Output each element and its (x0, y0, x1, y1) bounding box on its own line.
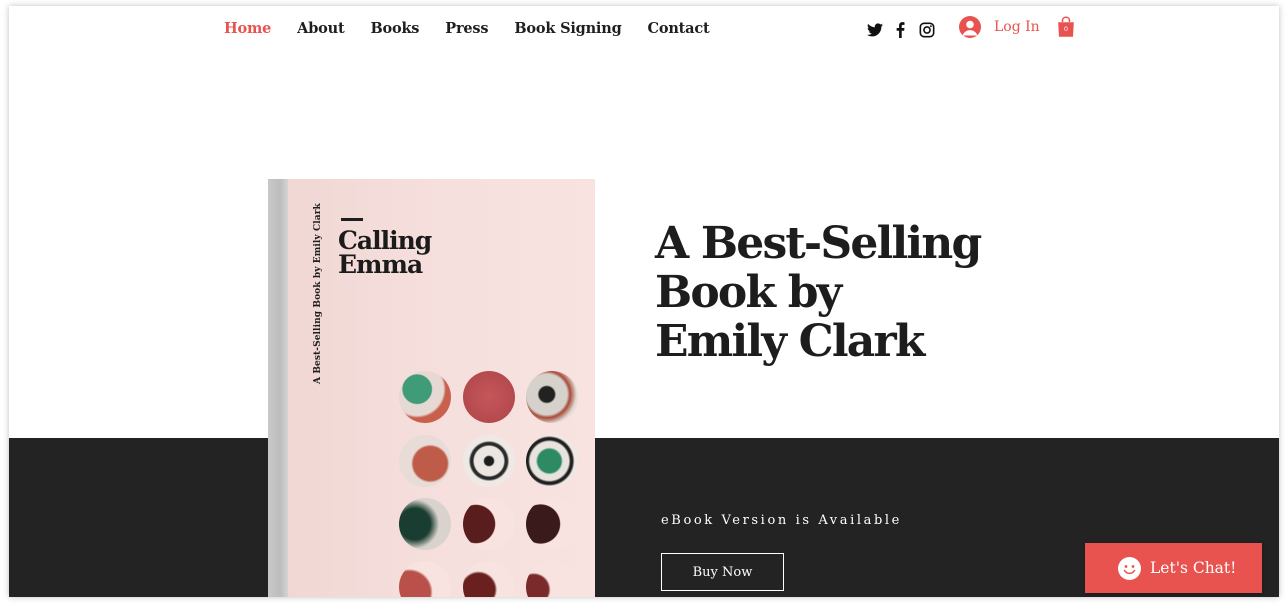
nav-book-signing[interactable]: Book Signing (514, 20, 621, 37)
book-cover-image: A Best-Selling Book by Emily Clark Calli… (268, 179, 595, 597)
main-nav: Home About Books Press Book Signing Cont… (224, 20, 736, 37)
nav-press[interactable]: Press (445, 20, 488, 37)
page-frame: Home About Books Press Book Signing Cont… (9, 6, 1279, 597)
hero-line-2: Book by (655, 267, 842, 318)
hero-line-3: Emily Clark (655, 316, 925, 367)
cover-circle (399, 561, 451, 597)
instagram-icon[interactable] (918, 21, 935, 38)
cover-circle (463, 561, 515, 597)
login-button[interactable]: Log In (959, 16, 1040, 38)
book-cover: A Best-Selling Book by Emily Clark Calli… (288, 179, 595, 597)
user-avatar-icon (959, 16, 981, 38)
cart-count: 0 (1063, 25, 1069, 33)
nav-about[interactable]: About (297, 20, 345, 37)
login-label: Log In (994, 19, 1040, 35)
cover-circle (526, 435, 578, 487)
buy-now-button[interactable]: Buy Now (661, 553, 784, 591)
hero-heading: A Best-Selling Book by Emily Clark (655, 219, 1035, 366)
cover-circle (526, 498, 578, 550)
nav-books[interactable]: Books (370, 20, 419, 37)
cover-circle (463, 371, 515, 423)
ebook-note: eBook Version is Available (661, 513, 902, 528)
facebook-icon[interactable] (892, 21, 909, 38)
cover-circle (399, 435, 451, 487)
nav-home[interactable]: Home (224, 20, 271, 37)
nav-contact[interactable]: Contact (648, 20, 710, 37)
hero-line-1: A Best-Selling (655, 218, 982, 269)
cover-circle (463, 435, 515, 487)
chat-label: Let's Chat! (1150, 559, 1237, 577)
book-spine-text: A Best-Selling Book by Emily Clark (313, 203, 323, 384)
book-title: Calling Emma (338, 226, 432, 279)
cover-circle (399, 498, 451, 550)
cover-circle (526, 561, 578, 597)
twitter-icon[interactable] (866, 21, 883, 38)
cover-circle (526, 371, 578, 423)
cover-circle (463, 498, 515, 550)
chat-widget[interactable]: Let's Chat! (1085, 543, 1262, 593)
smiley-icon (1118, 556, 1141, 580)
title-dash (341, 218, 363, 221)
social-bar (866, 21, 935, 38)
cart-button[interactable]: 0 (1057, 16, 1075, 38)
cover-circle (399, 371, 451, 423)
book-spine (268, 179, 288, 597)
